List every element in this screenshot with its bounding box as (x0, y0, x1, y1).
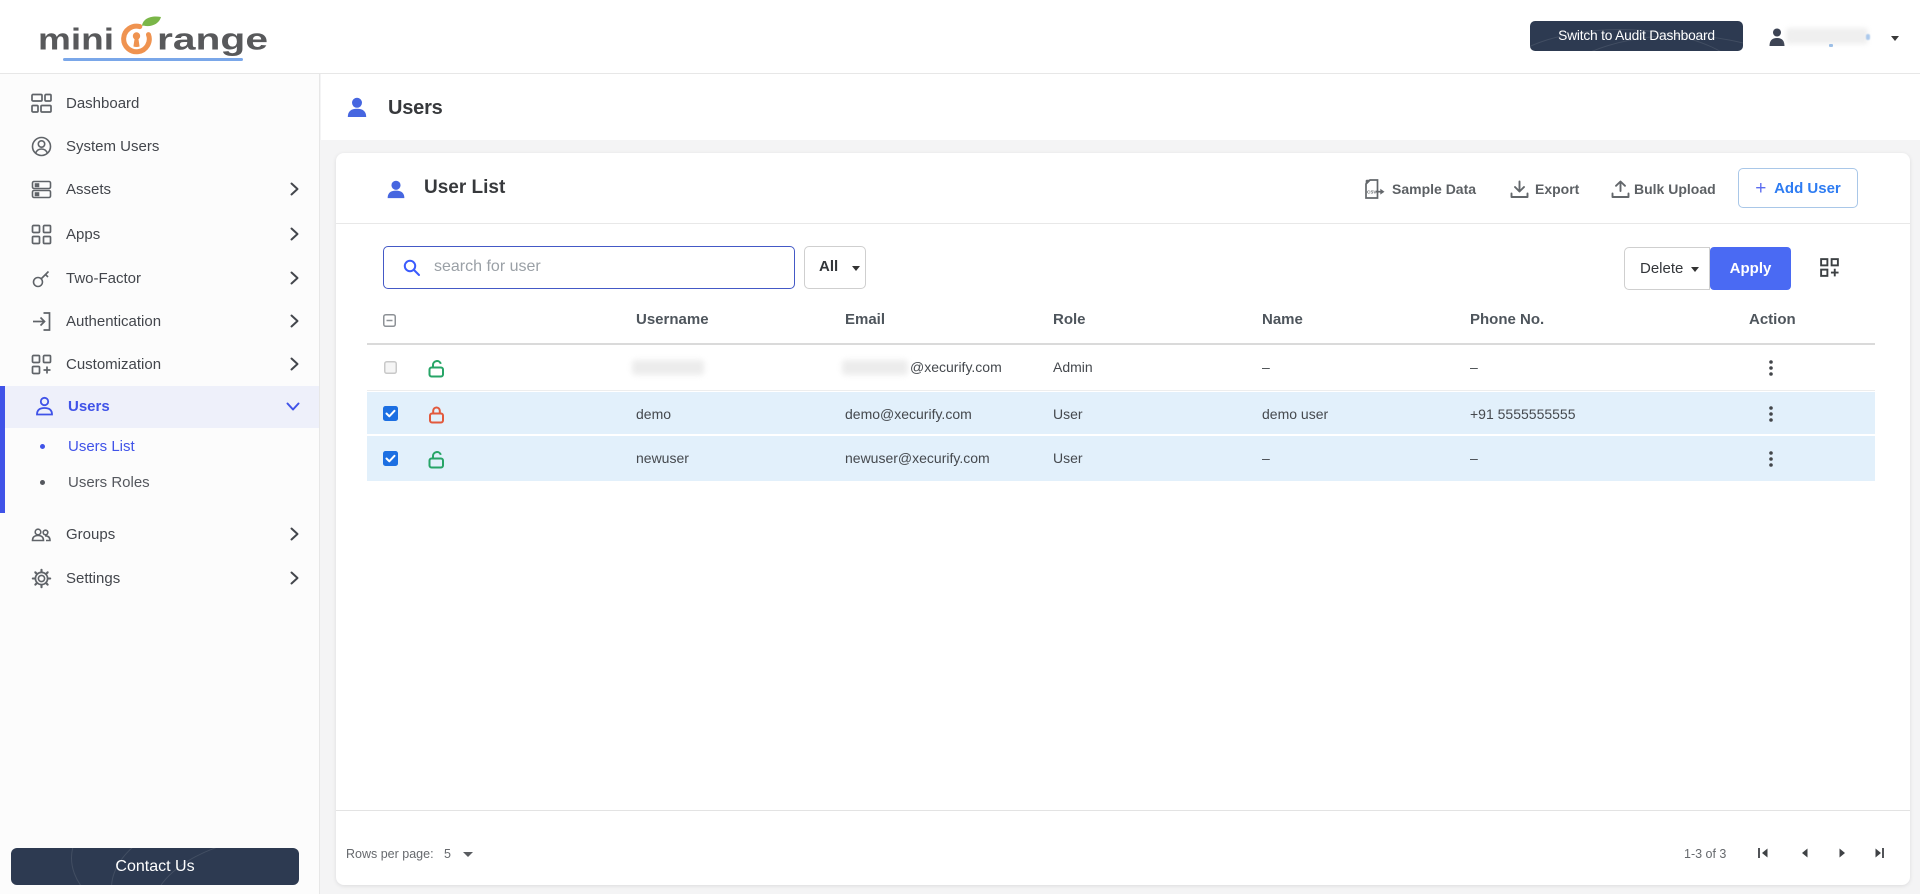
svg-text:mini: mini (38, 22, 114, 57)
svg-text:CSV: CSV (1367, 190, 1377, 195)
svg-text:range: range (157, 22, 268, 57)
